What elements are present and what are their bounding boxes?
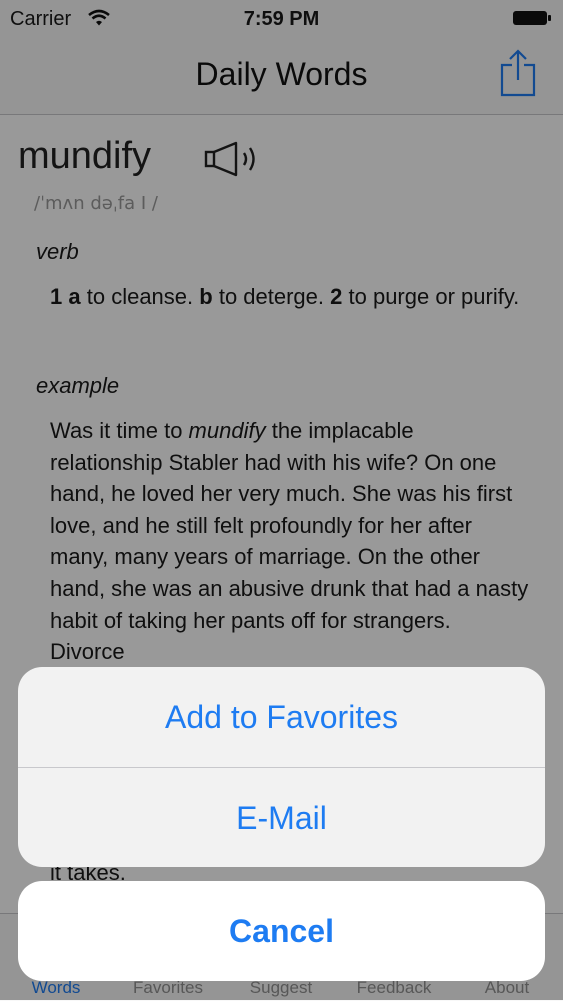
add-to-favorites-button[interactable]: Add to Favorites: [18, 667, 545, 767]
action-sheet: Add to Favorites E-Mail: [18, 667, 545, 867]
email-button[interactable]: E-Mail: [18, 768, 545, 867]
cancel-button[interactable]: Cancel: [18, 881, 545, 981]
cancel-group: Cancel: [18, 881, 545, 981]
